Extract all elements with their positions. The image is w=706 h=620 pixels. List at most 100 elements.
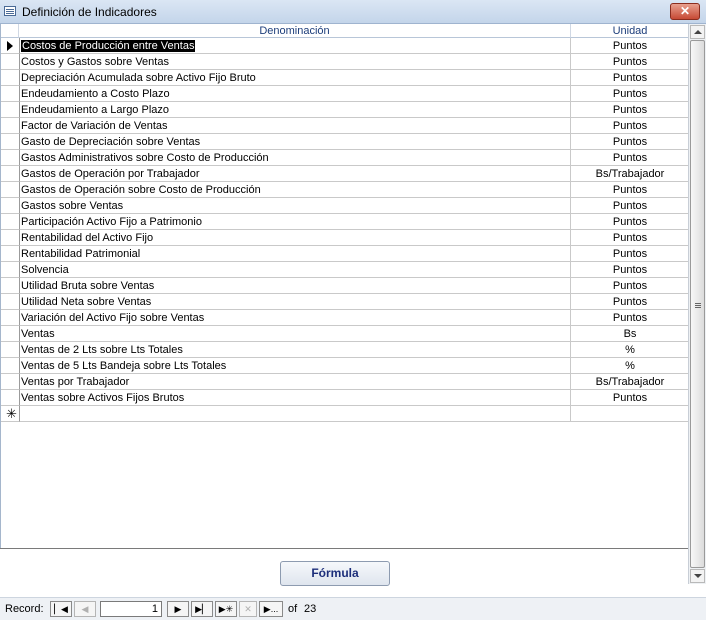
unidad-cell[interactable]: Puntos [571, 214, 689, 230]
denominacion-cell[interactable]: Factor de Variación de Ventas [20, 118, 571, 134]
unidad-cell[interactable]: Bs/Trabajador [571, 374, 689, 390]
record-selector[interactable] [1, 166, 20, 182]
table-row[interactable]: Utilidad Bruta sobre Ventas Puntos [1, 278, 689, 294]
denominacion-cell[interactable]: Gastos de Operación sobre Costo de Produ… [20, 182, 571, 198]
table-row[interactable]: Endeudamiento a Largo Plazo Puntos [1, 102, 689, 118]
new-record-row[interactable]: ✳ [1, 406, 689, 422]
denominacion-cell[interactable]: Ventas de 2 Lts sobre Lts Totales [20, 342, 571, 358]
table-row[interactable]: Rentabilidad del Activo Fijo Puntos [1, 230, 689, 246]
previous-record-icon[interactable]: ◀ [74, 601, 96, 617]
table-row[interactable]: Solvencia Puntos [1, 262, 689, 278]
table-row[interactable]: Endeudamiento a Costo Plazo Puntos [1, 86, 689, 102]
scroll-down-arrow-icon[interactable] [690, 569, 705, 583]
record-selector[interactable] [1, 198, 20, 214]
record-selector[interactable] [1, 294, 20, 310]
record-selector[interactable] [1, 390, 20, 406]
unidad-cell[interactable]: Puntos [571, 150, 689, 166]
denominacion-cell[interactable]: Gastos de Operación por Trabajador [20, 166, 571, 182]
record-selector[interactable] [1, 102, 20, 118]
unidad-cell[interactable]: Puntos [571, 390, 689, 406]
denominacion-cell[interactable]: Solvencia [20, 262, 571, 278]
record-selector[interactable] [1, 86, 20, 102]
denominacion-cell[interactable]: Gastos Administrativos sobre Costo de Pr… [20, 150, 571, 166]
table-row[interactable]: Ventas de 5 Lts Bandeja sobre Lts Totale… [1, 358, 689, 374]
record-selector[interactable] [1, 230, 20, 246]
column-header-unidad[interactable]: Unidad [571, 24, 689, 38]
table-row[interactable]: Utilidad Neta sobre Ventas Puntos [1, 294, 689, 310]
record-selector[interactable] [1, 150, 20, 166]
unidad-cell[interactable]: Puntos [571, 38, 689, 54]
record-selector[interactable] [1, 342, 20, 358]
denominacion-cell[interactable]: Costos y Gastos sobre Ventas [20, 54, 571, 70]
denominacion-cell[interactable]: Rentabilidad del Activo Fijo [20, 230, 571, 246]
unidad-cell[interactable]: Puntos [571, 86, 689, 102]
record-selector[interactable] [1, 358, 20, 374]
unidad-cell[interactable]: Puntos [571, 70, 689, 86]
denominacion-cell[interactable]: Variación del Activo Fijo sobre Ventas [20, 310, 571, 326]
denominacion-cell[interactable]: Utilidad Bruta sobre Ventas [20, 278, 571, 294]
clear-filter-icon[interactable]: ✕ [239, 601, 257, 617]
table-row[interactable]: Ventas sobre Activos Fijos Brutos Puntos [1, 390, 689, 406]
denominacion-cell[interactable]: Endeudamiento a Costo Plazo [20, 86, 571, 102]
record-selector[interactable] [1, 182, 20, 198]
record-selector[interactable] [1, 134, 20, 150]
record-selector[interactable] [1, 246, 20, 262]
table-row[interactable]: Ventas por Trabajador Bs/Trabajador [1, 374, 689, 390]
first-record-icon[interactable]: ▏◀ [50, 601, 72, 617]
denominacion-cell[interactable]: Depreciación Acumulada sobre Activo Fijo… [20, 70, 571, 86]
unidad-cell[interactable]: Puntos [571, 310, 689, 326]
search-records-icon[interactable]: ▶... [259, 601, 283, 617]
formula-button[interactable]: Fórmula [280, 561, 390, 586]
unidad-cell[interactable]: % [571, 358, 689, 374]
record-selector[interactable]: ✳ [1, 406, 20, 422]
last-record-icon[interactable]: ▶▏ [191, 601, 213, 617]
unidad-cell[interactable]: Puntos [571, 230, 689, 246]
denominacion-cell[interactable]: Gastos sobre Ventas [20, 198, 571, 214]
record-selector[interactable] [1, 374, 20, 390]
scrollbar-thumb[interactable] [690, 40, 705, 568]
record-selector[interactable] [1, 214, 20, 230]
table-row[interactable]: Costos y Gastos sobre Ventas Puntos [1, 54, 689, 70]
unidad-cell[interactable]: Bs [571, 326, 689, 342]
denominacion-cell[interactable]: Participación Activo Fijo a Patrimonio [20, 214, 571, 230]
denominacion-cell[interactable]: Gasto de Depreciación sobre Ventas [20, 134, 571, 150]
current-record-input[interactable]: 1 [100, 601, 162, 617]
table-row[interactable]: Gastos de Operación sobre Costo de Produ… [1, 182, 689, 198]
unidad-cell[interactable]: % [571, 342, 689, 358]
unidad-cell[interactable]: Puntos [571, 182, 689, 198]
new-record-icon[interactable]: ▶✳ [215, 601, 237, 617]
unidad-cell[interactable]: Puntos [571, 262, 689, 278]
unidad-cell[interactable]: Puntos [571, 54, 689, 70]
table-row[interactable]: Rentabilidad Patrimonial Puntos [1, 246, 689, 262]
table-row[interactable]: Participación Activo Fijo a Patrimonio Pu… [1, 214, 689, 230]
record-selector[interactable] [1, 326, 20, 342]
vertical-scrollbar[interactable] [688, 24, 706, 584]
table-row[interactable]: Gastos sobre Ventas Puntos [1, 198, 689, 214]
unidad-cell[interactable]: Bs/Trabajador [571, 166, 689, 182]
column-header-denominacion[interactable]: Denominación [19, 24, 571, 38]
record-selector[interactable] [1, 70, 20, 86]
unidad-cell[interactable]: Puntos [571, 118, 689, 134]
denominacion-cell[interactable]: Rentabilidad Patrimonial [20, 246, 571, 262]
table-row[interactable]: Variación del Activo Fijo sobre Ventas Pu… [1, 310, 689, 326]
record-selector[interactable] [1, 38, 20, 54]
denominacion-cell[interactable] [20, 406, 571, 422]
unidad-cell[interactable]: Puntos [571, 198, 689, 214]
unidad-cell[interactable]: Puntos [571, 294, 689, 310]
record-selector[interactable] [1, 278, 20, 294]
denominacion-cell[interactable]: Ventas sobre Activos Fijos Brutos [20, 390, 571, 406]
table-row[interactable]: Gastos de Operación por Trabajador Bs/Tra… [1, 166, 689, 182]
scroll-up-arrow-icon[interactable] [690, 25, 705, 39]
record-selector[interactable] [1, 262, 20, 278]
denominacion-cell[interactable]: Endeudamiento a Largo Plazo [20, 102, 571, 118]
next-record-icon[interactable]: ▶ [167, 601, 189, 617]
record-selector[interactable] [1, 310, 20, 326]
unidad-cell[interactable]: Puntos [571, 278, 689, 294]
table-row[interactable]: Ventas Bs [1, 326, 689, 342]
table-row[interactable]: Ventas de 2 Lts sobre Lts Totales% [1, 342, 689, 358]
record-selector[interactable] [1, 54, 20, 70]
unidad-cell[interactable]: Puntos [571, 246, 689, 262]
denominacion-cell[interactable]: Ventas [20, 326, 571, 342]
unidad-cell[interactable] [571, 406, 689, 422]
table-row[interactable]: Factor de Variación de Ventas Puntos [1, 118, 689, 134]
